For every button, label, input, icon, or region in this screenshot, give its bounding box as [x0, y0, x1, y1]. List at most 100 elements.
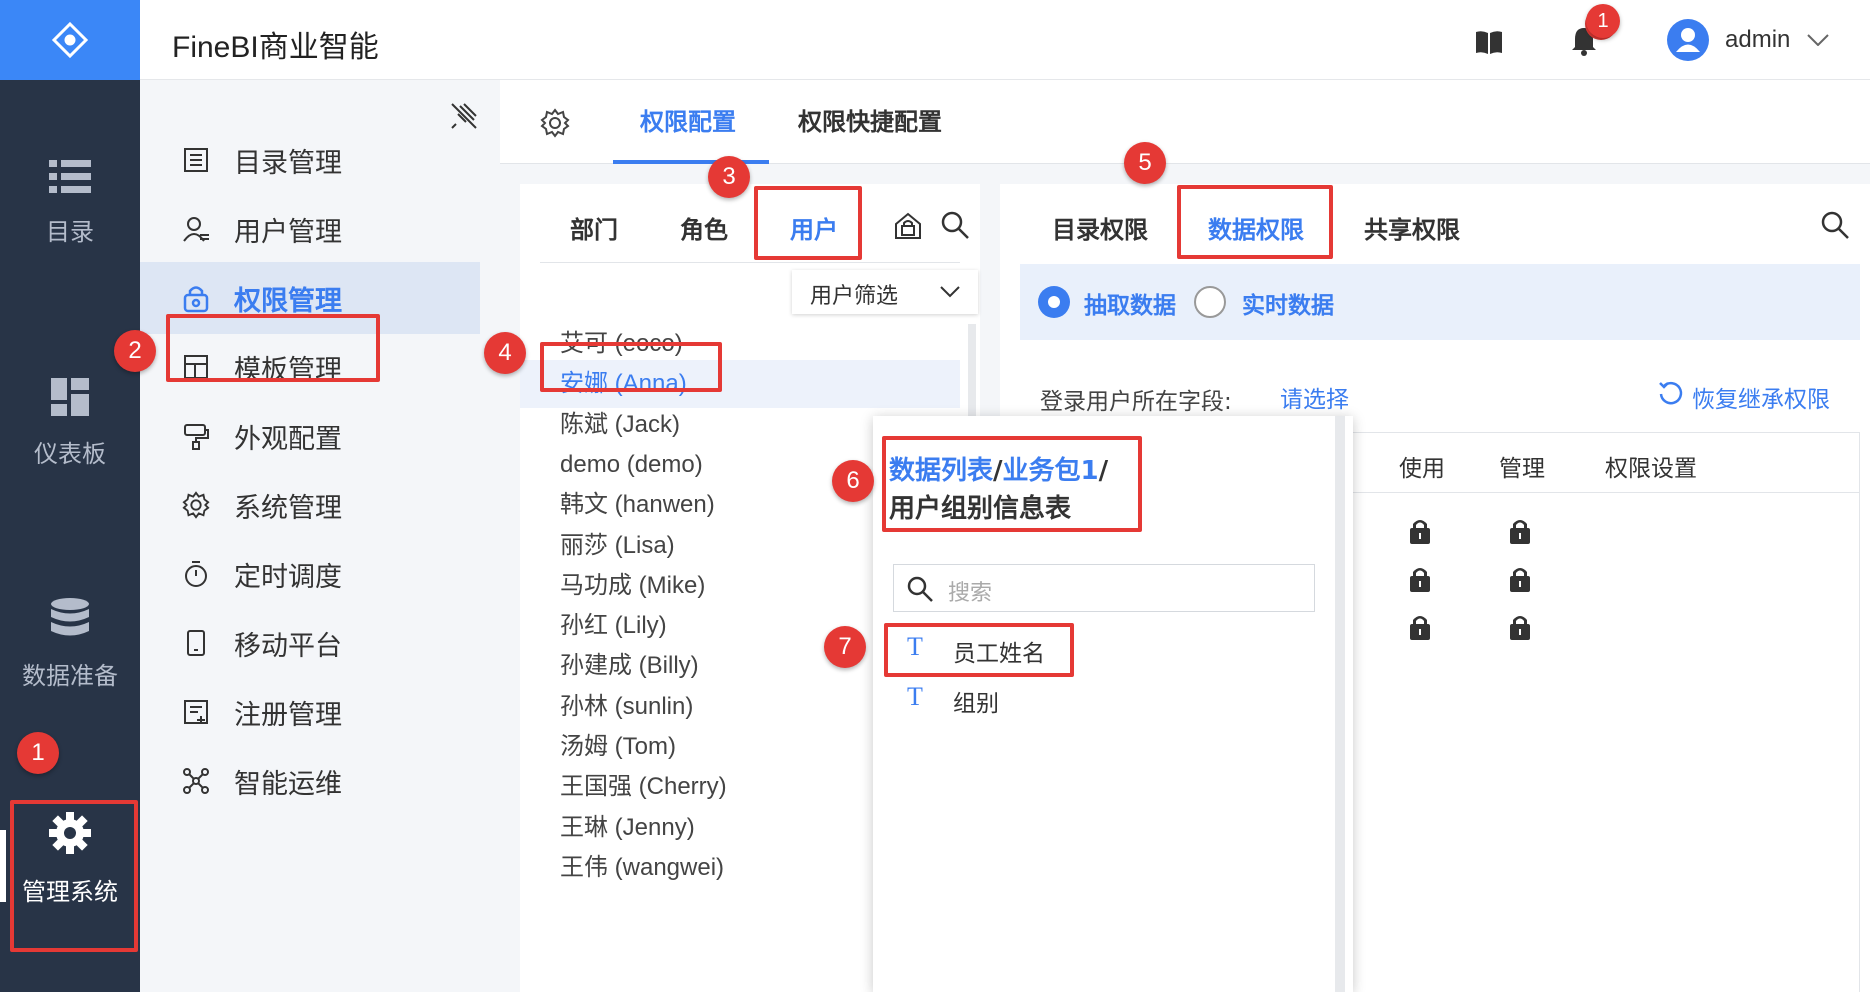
radio-extract-label: 抽取数据 [1084, 293, 1176, 319]
field-select[interactable]: 请选择 [1280, 380, 1349, 414]
field-item[interactable]: T 组别 [887, 678, 1327, 722]
manage-lock-icon[interactable] [1509, 565, 1531, 593]
step-badge-6: 6 [832, 460, 874, 502]
lock-user-icon[interactable] [892, 210, 924, 242]
radio-dot [1048, 296, 1060, 308]
subnav-item-2[interactable]: 用户管理 [140, 193, 480, 265]
directory-icon [180, 144, 212, 176]
nav-item-label: 数据准备 [22, 662, 118, 690]
subnav-item-1[interactable]: 目录管理 [140, 124, 480, 196]
col-manage: 管理 [1499, 456, 1545, 482]
chevron-down-icon [940, 286, 960, 298]
col-permission-settings: 权限设置 [1605, 456, 1697, 482]
user-icon [180, 213, 212, 245]
use-lock-icon[interactable] [1409, 613, 1431, 641]
step-badge-1: 1 [17, 732, 59, 774]
subnav-item-label: 目录管理 [234, 147, 342, 179]
tab-permission-config[interactable]: 权限配置 [640, 80, 736, 164]
tab-role[interactable]: 角色 [680, 210, 728, 245]
subnav-item-9[interactable]: 注册管理 [140, 676, 480, 748]
subnav-item-8[interactable]: 移动平台 [140, 607, 480, 679]
username[interactable]: admin [1725, 26, 1790, 54]
restore-icon[interactable] [1658, 380, 1684, 406]
use-lock-icon[interactable] [1409, 565, 1431, 593]
search-icon[interactable] [1820, 210, 1850, 240]
tab-quick-config[interactable]: 权限快捷配置 [798, 80, 942, 164]
nav-item-dashboard[interactable]: 仪表板 [0, 378, 140, 469]
field-item-label: 组别 [953, 691, 999, 717]
logo[interactable] [0, 0, 140, 80]
book-icon[interactable] [1475, 30, 1503, 54]
subnav-item-label: 移动平台 [234, 630, 342, 662]
nav-item-data-prep[interactable]: 数据准备 [0, 598, 140, 691]
subnav-item-label: 权限管理 [234, 285, 342, 317]
user-avatar-icon [1676, 28, 1700, 52]
nav-item-catalog[interactable]: 目录 [0, 158, 140, 247]
step-badge-4: 4 [484, 332, 526, 374]
manage-lock-icon[interactable] [1509, 613, 1531, 641]
step-badge-3: 3 [708, 156, 750, 198]
subnav-item-10[interactable]: 智能运维 [140, 745, 480, 817]
subnav-item-label: 注册管理 [234, 699, 342, 731]
field-label: 登录用户所在字段: [1040, 389, 1232, 415]
text-field-icon: T [907, 682, 923, 711]
settings-icon[interactable] [540, 108, 570, 138]
popup-scrollbar[interactable] [1335, 416, 1345, 992]
app-window: 目录 仪表板 数据准备 管理系统 FineBI商业智能 1 admin 目录管理… [0, 0, 1870, 992]
tab-directory-permission[interactable]: 目录权限 [1052, 210, 1148, 245]
subnav-item-label: 智能运维 [234, 768, 342, 800]
use-lock-icon[interactable] [1409, 517, 1431, 545]
restore-inherit-button[interactable]: 恢复继承权限 [1692, 380, 1830, 414]
avatar[interactable] [1667, 19, 1709, 61]
active-indicator [0, 830, 6, 902]
subnav-item-label: 定时调度 [234, 561, 342, 593]
subnav-item-7[interactable]: 定时调度 [140, 538, 480, 610]
popup-search-input[interactable]: 搜索 [893, 564, 1315, 612]
dashboard-icon [51, 378, 89, 416]
ops-icon [180, 765, 212, 797]
subnav-item-label: 系统管理 [234, 492, 342, 524]
nav-item-label: 仪表板 [34, 440, 106, 468]
search-placeholder: 搜索 [948, 581, 993, 606]
subnav-item-5[interactable]: 外观配置 [140, 400, 480, 472]
app-title: FineBI商业智能 [172, 31, 379, 64]
highlight-box [540, 342, 722, 392]
manage-lock-icon[interactable] [1509, 517, 1531, 545]
highlight-box [754, 186, 862, 260]
chevron-down-icon[interactable] [1807, 34, 1829, 46]
radio-extract[interactable] [1038, 286, 1070, 318]
gear-icon [180, 489, 212, 521]
brush-icon [180, 420, 212, 452]
tab-share-permission[interactable]: 共享权限 [1364, 210, 1460, 245]
highlight-box [884, 623, 1074, 677]
subnav-item-label: 外观配置 [234, 423, 342, 455]
radio-realtime-label: 实时数据 [1242, 293, 1334, 319]
divider [540, 262, 960, 263]
mobile-icon [180, 627, 212, 659]
main-tabs: 权限配置 权限快捷配置 [500, 80, 1870, 164]
lock-icon [180, 282, 212, 314]
highlight-box [882, 436, 1142, 532]
timer-icon [180, 558, 212, 590]
logo-icon [51, 21, 89, 59]
sub-nav: 目录管理 用户管理 权限管理 模板管理 外观配置 系统管理 定时调度 移动平台 注册管理 智能运维 [140, 80, 500, 992]
highlight-box [10, 800, 138, 952]
list-icon [49, 160, 91, 193]
register-icon [180, 696, 212, 728]
user-filter-label: 用户筛选 [810, 284, 899, 309]
user-filter-dropdown[interactable]: 用户筛选 [792, 270, 978, 314]
radio-realtime[interactable] [1194, 286, 1226, 318]
search-icon [907, 576, 933, 602]
data-mode-bar: 抽取数据 实时数据 [1020, 264, 1860, 340]
step-badge-2: 2 [114, 330, 156, 372]
subnav-item-label: 用户管理 [234, 216, 342, 248]
nav-item-label: 目录 [46, 218, 94, 246]
step-badge-1-header: 1 [1586, 4, 1620, 38]
highlight-box [166, 314, 380, 382]
search-icon[interactable] [940, 210, 970, 240]
col-use: 使用 [1399, 456, 1445, 482]
highlight-box [1177, 185, 1333, 259]
tab-department[interactable]: 部门 [570, 210, 618, 245]
subnav-item-6[interactable]: 系统管理 [140, 469, 480, 541]
database-icon [51, 598, 89, 636]
